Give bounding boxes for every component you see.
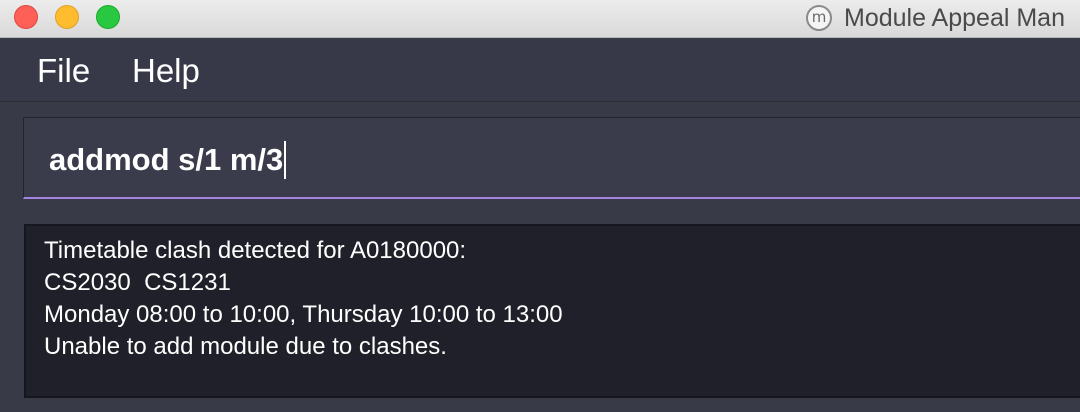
result-area: Timetable clash detected for A0180000: C… — [0, 210, 1080, 412]
result-line: Timetable clash detected for A0180000: — [44, 237, 467, 264]
command-text: addmod s/1 m/3 — [49, 142, 284, 177]
app-window: m Module Appeal Man File Help addmod s/1… — [0, 0, 1080, 412]
window-title: Module Appeal Man — [844, 4, 1065, 32]
title-bar: m Module Appeal Man — [0, 0, 1080, 38]
text-caret — [284, 141, 287, 179]
menu-bar: File Help — [0, 38, 1080, 102]
maximize-window-button[interactable] — [96, 5, 120, 29]
app-logo-icon: m — [806, 5, 832, 31]
minimize-window-button[interactable] — [55, 5, 79, 29]
command-input[interactable]: addmod s/1 m/3 — [23, 117, 1080, 199]
menu-help[interactable]: Help — [132, 52, 200, 90]
command-area: addmod s/1 m/3 — [0, 102, 1080, 210]
result-display: Timetable clash detected for A0180000: C… — [24, 224, 1080, 398]
menu-file[interactable]: File — [37, 52, 90, 90]
result-line: Monday 08:00 to 10:00, Thursday 10:00 to… — [44, 301, 563, 328]
command-input-value: addmod s/1 m/3 — [49, 141, 287, 179]
close-window-button[interactable] — [14, 5, 38, 29]
result-line: Unable to add module due to clashes. — [44, 333, 447, 360]
result-line: CS2030 CS1231 — [44, 269, 231, 296]
